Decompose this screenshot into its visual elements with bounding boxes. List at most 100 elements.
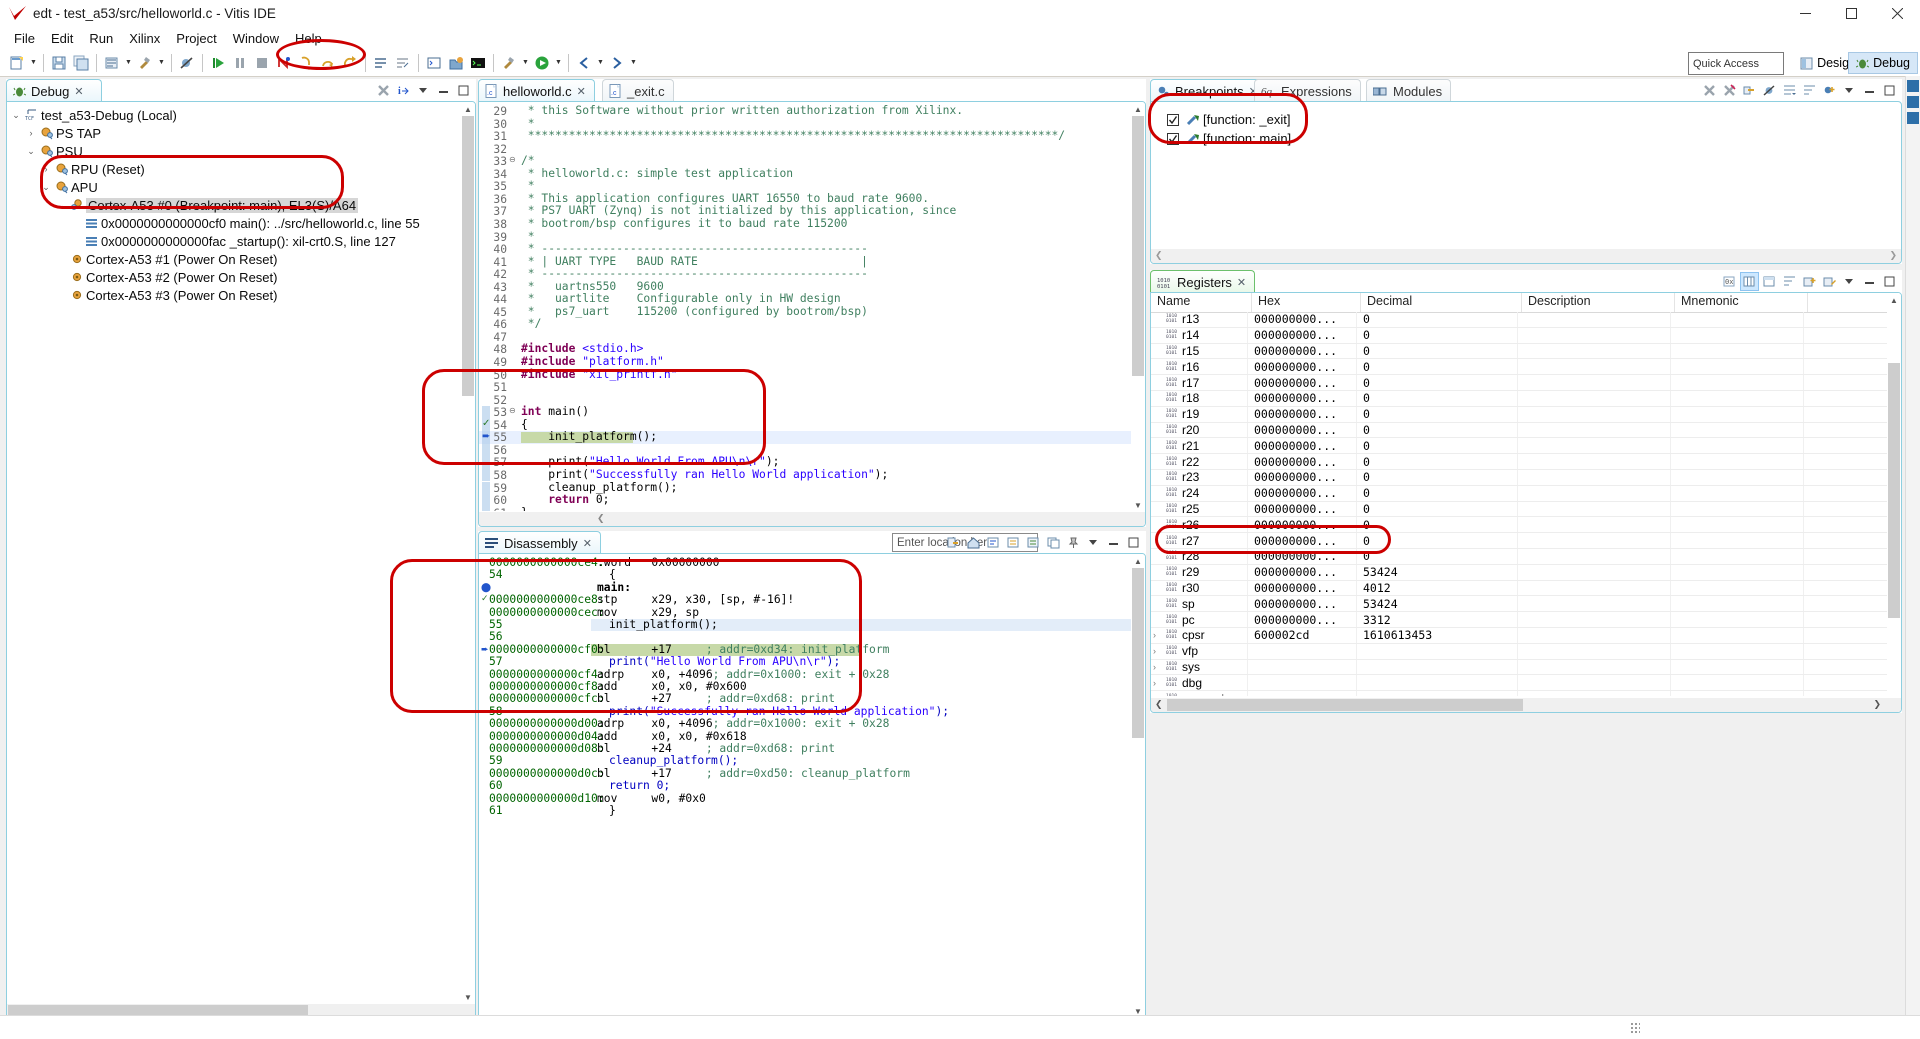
tab-disassembly[interactable]: Disassembly ✕ xyxy=(478,531,601,554)
run-external-tools-icon[interactable] xyxy=(498,52,520,74)
drop-to-frame-icon[interactable] xyxy=(370,52,392,74)
col-mnemonic[interactable]: Mnemonic xyxy=(1675,293,1808,312)
collapse-all-icon[interactable] xyxy=(1801,82,1818,99)
step-return-icon[interactable] xyxy=(339,52,361,74)
maximize-view-icon[interactable] xyxy=(1881,82,1898,99)
skip-all-breakpoints-icon[interactable] xyxy=(1761,82,1778,99)
forward-dropdown-icon[interactable]: ▼ xyxy=(628,52,639,74)
quick-access-input[interactable]: Quick Access xyxy=(1688,52,1784,75)
menu-run[interactable]: Run xyxy=(81,29,121,48)
debug-tree-row[interactable]: › PS TAP xyxy=(9,124,475,142)
editor-line[interactable]: 45 * ps7_uart 115200 (configured by boot… xyxy=(479,305,1131,319)
minimize-view-icon[interactable] xyxy=(1861,273,1878,290)
breakpoint-checkbox[interactable] xyxy=(1165,113,1181,126)
pin-icon[interactable] xyxy=(1065,534,1082,551)
chevron-right-icon[interactable]: › xyxy=(1153,646,1164,656)
back-dropdown-icon[interactable]: ▼ xyxy=(595,52,606,74)
close-button[interactable] xyxy=(1874,0,1920,27)
editor-code-canvas[interactable]: 29 * this Software without prior written… xyxy=(479,105,1131,511)
new-window-icon[interactable] xyxy=(1045,534,1062,551)
format-icon[interactable]: 0x xyxy=(1721,273,1738,290)
disassembly-row[interactable]: 0000000000000ce4: .word 0x00000000 xyxy=(479,557,1131,569)
debug-tree-row[interactable]: 0x0000000000000cf0 main(): ../src/hellow… xyxy=(9,214,475,232)
debug-tree-row[interactable]: ⌄ Cortex-A53 #0 (Breakpoint: main), EL3(S… xyxy=(9,196,475,214)
maximize-button[interactable] xyxy=(1828,0,1874,27)
registers-vscrollbar[interactable]: ▲ xyxy=(1887,293,1901,712)
tab-helloworld-c-close-icon[interactable]: ✕ xyxy=(577,85,586,98)
minimize-view-icon[interactable] xyxy=(435,82,452,99)
minimize-view-icon[interactable] xyxy=(1861,82,1878,99)
step-over-icon[interactable] xyxy=(317,52,339,74)
rail-icon-1[interactable] xyxy=(1907,80,1919,92)
editor-line[interactable]: 31 *************************************… xyxy=(479,129,1131,143)
rail-icon-2[interactable] xyxy=(1907,96,1919,108)
debug-tree-row[interactable]: › RPU (Reset) xyxy=(9,160,475,178)
menu-file[interactable]: File xyxy=(6,29,43,48)
menu-help[interactable]: Help xyxy=(287,29,330,48)
register-row[interactable]: 1010 0101 r25 000000000... 0 xyxy=(1151,501,1887,518)
minimize-button[interactable] xyxy=(1782,0,1828,27)
disassembly-row[interactable]: 0000000000000d0c: bl +17 ; addr=0xd50: cl… xyxy=(479,767,1131,780)
scroll-up-icon[interactable]: ▲ xyxy=(1131,102,1145,116)
build-icon[interactable] xyxy=(101,52,123,74)
show-symbols-icon[interactable] xyxy=(1005,534,1022,551)
editor-line[interactable]: 60 return 0; xyxy=(479,493,1131,507)
register-row[interactable]: 1010 0101 r24 000000000... 0 xyxy=(1151,485,1887,502)
chevron-right-icon[interactable]: › xyxy=(1153,694,1164,696)
chevron-down-icon[interactable]: ⌄ xyxy=(24,146,38,157)
disassembly-row[interactable]: 0000000000000d08: bl +24 ; addr=0xd68: pr… xyxy=(479,742,1131,755)
register-row[interactable]: ›10100101acpu_gic xyxy=(1151,691,1887,696)
menu-window[interactable]: Window xyxy=(225,29,287,48)
show-opcodes-icon[interactable] xyxy=(1025,534,1042,551)
debug-tree-row[interactable]: ⌄ APU xyxy=(9,178,475,196)
view-menu-icon[interactable] xyxy=(415,82,432,99)
new-wizard-dropdown-icon[interactable]: ▼ xyxy=(28,52,39,74)
debug-tree-row[interactable]: ⌄ PSU xyxy=(9,142,475,160)
register-row[interactable]: 1010 0101 r29 000000000... 53424 xyxy=(1151,564,1887,581)
link-with-debug-view-icon[interactable] xyxy=(1741,82,1758,99)
chevron-down-icon[interactable]: ⌄ xyxy=(39,182,53,193)
tab-registers[interactable]: 1010 0101 Registers ✕ xyxy=(1150,270,1256,293)
skip-breakpoints-icon[interactable] xyxy=(176,52,198,74)
external-tools-dropdown-icon[interactable]: ▼ xyxy=(520,52,531,74)
disassembly-vscrollbar[interactable]: ▲ ▼ xyxy=(1131,554,1145,1018)
new-project-icon[interactable] xyxy=(445,52,467,74)
register-row[interactable]: 1010 0101 r16 000000000... 0 xyxy=(1151,359,1887,376)
editor-line[interactable]: 46 */ xyxy=(479,318,1131,332)
tab-debug-close-icon[interactable]: ✕ xyxy=(74,85,83,98)
editor-line[interactable]: 34 * helloworld.c: simple test applicati… xyxy=(479,167,1131,181)
rail-icon-3[interactable] xyxy=(1907,112,1919,124)
register-row[interactable]: 1010 0101 r18 000000000... 0 xyxy=(1151,390,1887,407)
new-register-group-icon[interactable] xyxy=(1801,273,1818,290)
tab-disassembly-close-icon[interactable]: ✕ xyxy=(583,537,592,550)
register-row[interactable]: 1010 0101 r15 000000000... 0 xyxy=(1151,343,1887,360)
register-row[interactable]: 1010 0101 pc 000000000... 3312 xyxy=(1151,612,1887,628)
disassembly-row[interactable]: 55 init_platform(); xyxy=(479,618,1131,632)
terminate-icon[interactable] xyxy=(251,52,273,74)
chevron-down-icon[interactable]: ⌄ xyxy=(54,200,68,211)
remove-terminated-icon[interactable] xyxy=(375,82,392,99)
breakpoints-hscrollbar[interactable]: ❮ ❯ xyxy=(1151,249,1901,263)
editor-vscrollbar[interactable]: ▲ ▼ xyxy=(1131,102,1145,526)
register-row[interactable]: › 1010 0101 cpsr 600002cd 1610613453 xyxy=(1151,627,1887,644)
resume-icon[interactable] xyxy=(207,52,229,74)
editor-line[interactable]: 32 xyxy=(479,143,1131,156)
debug-tree-row[interactable]: 0x0000000000000fac _startup(): xil-crt0.… xyxy=(9,232,475,250)
disassembly-row[interactable]: ✓ 0000000000000ce8: stp x29, x30, [sp, #-1… xyxy=(479,593,1131,606)
col-hex[interactable]: Hex xyxy=(1252,293,1361,312)
register-row[interactable]: 1010 0101 r14 000000000... 0 xyxy=(1151,327,1887,344)
step-into-icon[interactable] xyxy=(295,52,317,74)
disassembly-row[interactable]: 60 return 0; xyxy=(479,779,1131,792)
new-wizard-icon[interactable] xyxy=(6,52,28,74)
scroll-up-icon[interactable]: ▲ xyxy=(1887,293,1901,307)
col-decimal[interactable]: Decimal xyxy=(1361,293,1522,312)
view-menu-icon[interactable] xyxy=(1841,273,1858,290)
chevron-right-icon[interactable]: › xyxy=(1153,662,1164,672)
register-row[interactable]: 1010 0101 sp 000000000... 53424 xyxy=(1151,596,1887,613)
debug-tree-row[interactable]: ⌄ TCF test_a53-Debug (Local) xyxy=(9,106,475,124)
chevron-right-icon[interactable]: › xyxy=(39,164,53,174)
registers-table-body[interactable]: 1010 0101 r13 000000000... 0 1010 0101 r14 00000… xyxy=(1151,312,1887,696)
register-row[interactable]: 1010 0101 r30 000000000... 4012 xyxy=(1151,580,1887,597)
open-console-icon[interactable] xyxy=(423,52,445,74)
register-row[interactable]: 1010 0101 r22 000000000... 0 xyxy=(1151,454,1887,470)
